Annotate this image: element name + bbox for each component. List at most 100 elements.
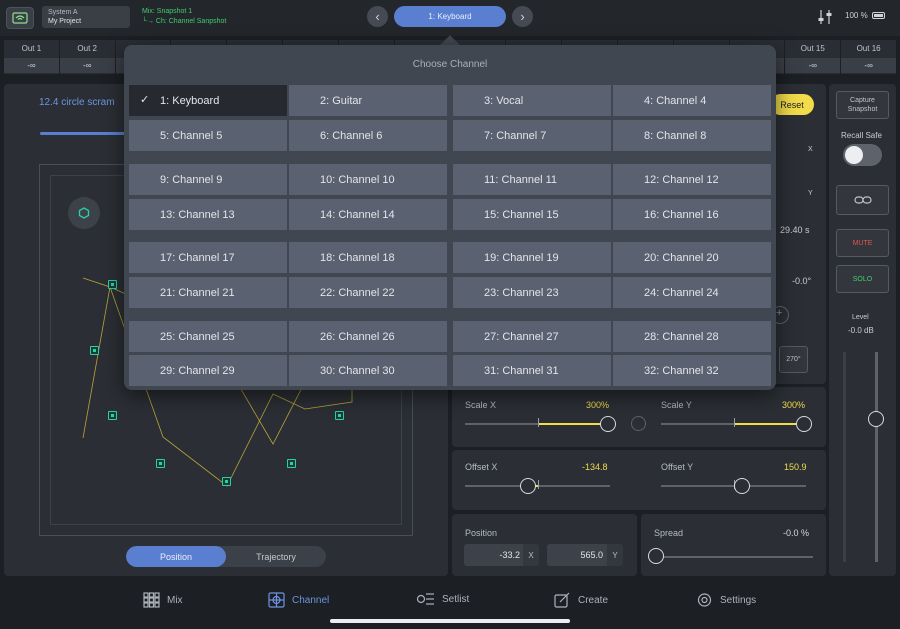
- channel-option-label: 9: Channel 9: [160, 173, 223, 186]
- channel-option-label: 21: Channel 21: [160, 286, 235, 299]
- battery-status: 100 %: [845, 11, 885, 20]
- tab-settings[interactable]: Settings: [696, 592, 756, 608]
- channel-option-label: 19: Channel 19: [484, 251, 559, 264]
- source-point[interactable]: [335, 411, 344, 420]
- tab-create[interactable]: Create: [554, 592, 608, 608]
- source-point[interactable]: [108, 411, 117, 420]
- scale-y-label: Scale Y: [661, 400, 692, 410]
- next-channel-button[interactable]: ›: [512, 6, 533, 27]
- channel-option-label: 28: Channel 28: [644, 330, 719, 343]
- channel-strip-panel: Capture Snapshot Recall Safe MUTE SOLO L…: [829, 84, 896, 576]
- source-point[interactable]: [287, 459, 296, 468]
- scale-y-knob[interactable]: [796, 416, 812, 432]
- channel-option[interactable]: 10: Channel 10: [289, 164, 447, 195]
- channel-option[interactable]: 12: Channel 12: [613, 164, 771, 195]
- channel-option[interactable]: 15: Channel 15: [453, 199, 611, 230]
- channel-option[interactable]: 28: Channel 28: [613, 321, 771, 352]
- tab-setlist[interactable]: Setlist: [416, 592, 469, 606]
- tab-trajectory[interactable]: Trajectory: [226, 546, 326, 567]
- channel-option[interactable]: 20: Channel 20: [613, 242, 771, 273]
- tab-mix[interactable]: Mix: [143, 592, 183, 608]
- prev-channel-button[interactable]: ‹: [367, 6, 388, 27]
- channel-option[interactable]: 19: Channel 19: [453, 242, 611, 273]
- channel-option[interactable]: 9: Channel 9: [129, 164, 287, 195]
- grid-icon: [143, 592, 160, 608]
- channel-option[interactable]: 32: Channel 32: [613, 355, 771, 386]
- channel-option[interactable]: 30: Channel 30: [289, 355, 447, 386]
- channel-option[interactable]: 22: Channel 22: [289, 277, 447, 308]
- channel-option[interactable]: 7: Channel 7: [453, 120, 611, 151]
- channel-option[interactable]: 5: Channel 5: [129, 120, 287, 151]
- tab-position[interactable]: Position: [126, 546, 226, 567]
- source-hex-button[interactable]: [68, 197, 100, 229]
- source-point[interactable]: [90, 346, 99, 355]
- level-fader-track[interactable]: [875, 352, 878, 562]
- system-selector[interactable]: System A My Project: [42, 6, 130, 28]
- channel-option[interactable]: 16: Channel 16: [613, 199, 771, 230]
- spread-knob[interactable]: [648, 548, 664, 564]
- channel-option[interactable]: 24: Channel 24: [613, 277, 771, 308]
- mixer-icon[interactable]: [818, 9, 832, 25]
- link-button[interactable]: [836, 185, 889, 215]
- channel-option[interactable]: 8: Channel 8: [613, 120, 771, 151]
- offset-y-value: 150.9: [784, 462, 807, 472]
- channel-option-label: 5: Channel 5: [160, 129, 223, 142]
- channel-option[interactable]: 4: Channel 4: [613, 85, 771, 116]
- recall-safe-toggle[interactable]: [843, 144, 882, 166]
- output-cell[interactable]: Out 1 -∞: [4, 40, 59, 74]
- system-icon[interactable]: [6, 7, 34, 29]
- channel-option-label: 13: Channel 13: [160, 208, 235, 221]
- spread-slider[interactable]: [655, 556, 813, 558]
- channel-option-label: 26: Channel 26: [320, 330, 395, 343]
- channel-option[interactable]: 25: Channel 25: [129, 321, 287, 352]
- channel-option[interactable]: 17: Channel 17: [129, 242, 287, 273]
- source-point[interactable]: [222, 477, 231, 486]
- tab-channel[interactable]: Channel: [268, 592, 329, 608]
- channel-option[interactable]: 2: Guitar: [289, 85, 447, 116]
- scale-x-center-tick: [538, 418, 539, 427]
- offset-x-knob[interactable]: [520, 478, 536, 494]
- output-level: -∞: [4, 58, 59, 73]
- channel-option[interactable]: 14: Channel 14: [289, 199, 447, 230]
- channel-selector-button[interactable]: 1: Keyboard: [394, 6, 506, 27]
- reset-button[interactable]: Reset: [770, 94, 814, 115]
- output-cell[interactable]: Out 2 -∞: [59, 40, 115, 74]
- output-cell[interactable]: Out 16 -∞: [841, 40, 896, 74]
- channel-option[interactable]: 11: Channel 11: [453, 164, 611, 195]
- channel-option[interactable]: 18: Channel 18: [289, 242, 447, 273]
- position-y-field[interactable]: 565.0: [547, 544, 609, 566]
- source-point[interactable]: [108, 280, 117, 289]
- scale-y-center-tick: [734, 418, 735, 427]
- output-cell[interactable]: Out 15 -∞: [785, 40, 841, 74]
- scale-x-knob[interactable]: [600, 416, 616, 432]
- channel-option[interactable]: 29: Channel 29: [129, 355, 287, 386]
- source-point[interactable]: [156, 459, 165, 468]
- channel-option[interactable]: 31: Channel 31: [453, 355, 611, 386]
- scale-y-value: 300%: [782, 400, 806, 410]
- output-name: Out 15: [800, 44, 825, 53]
- channel-option[interactable]: 21: Channel 21: [129, 277, 287, 308]
- position-x-field[interactable]: -33.2: [464, 544, 526, 566]
- level-value: -0.0 dB: [848, 326, 874, 335]
- mute-button[interactable]: MUTE: [836, 229, 889, 257]
- offset-x-label: Offset X: [465, 462, 498, 472]
- solo-button[interactable]: SOLO: [836, 265, 889, 293]
- channel-option[interactable]: 6: Channel 6: [289, 120, 447, 151]
- channel-option-selected[interactable]: ✓ 1: Keyboard: [129, 85, 287, 116]
- level-fader-knob[interactable]: [868, 411, 884, 427]
- channel-option[interactable]: 13: Channel 13: [129, 199, 287, 230]
- channel-option[interactable]: 3: Vocal: [453, 85, 611, 116]
- position-label: Position: [465, 528, 498, 538]
- chevron-right-icon: ›: [520, 9, 525, 24]
- channel-option[interactable]: 26: Channel 26: [289, 321, 447, 352]
- capture-snapshot-button[interactable]: Capture Snapshot: [836, 91, 889, 119]
- spread-label: Spread: [654, 528, 684, 538]
- channel-option-label: 1: Keyboard: [160, 94, 220, 107]
- output-name: Out 2: [77, 44, 97, 53]
- channel-option[interactable]: 27: Channel 27: [453, 321, 611, 352]
- rotate-270-button[interactable]: 270°: [779, 346, 808, 373]
- crosshair-icon: [268, 592, 285, 608]
- lock-icon[interactable]: [631, 416, 646, 431]
- channel-option[interactable]: 23: Channel 23: [453, 277, 611, 308]
- offset-y-knob[interactable]: [734, 478, 750, 494]
